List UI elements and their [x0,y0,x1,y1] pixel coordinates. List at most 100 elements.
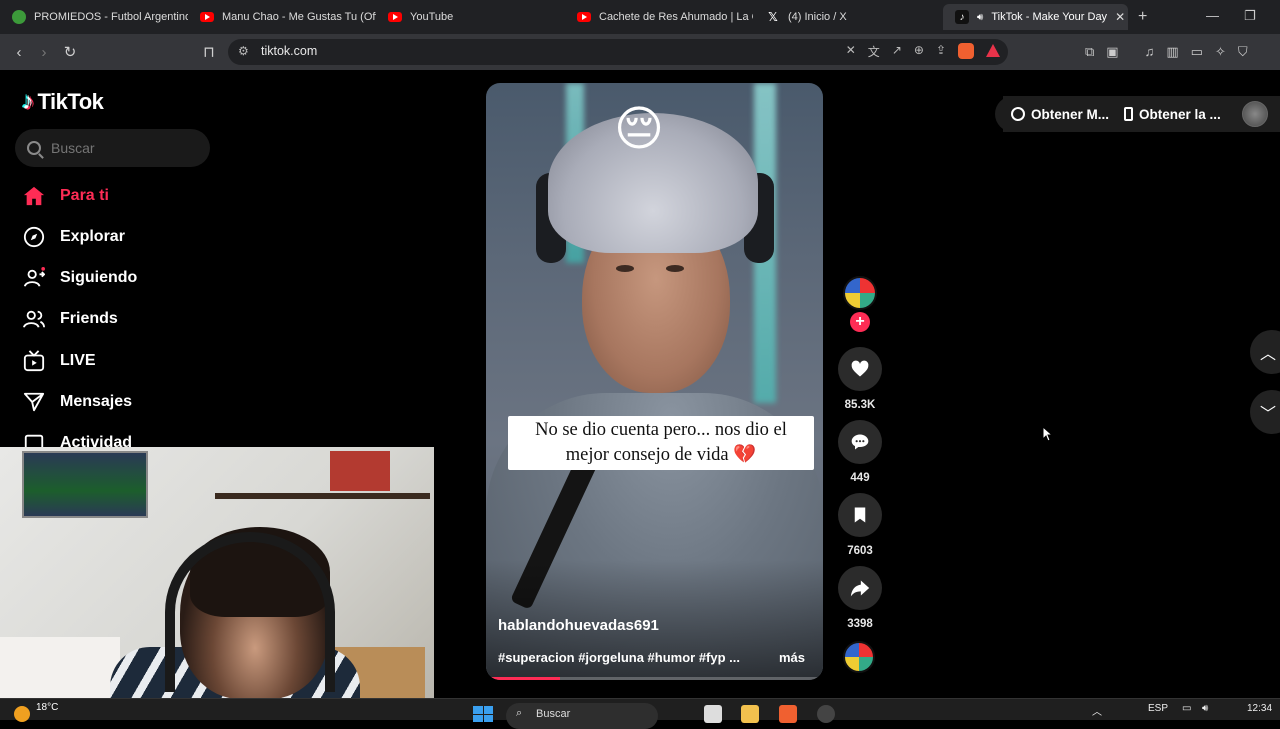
tab-manu-chao[interactable]: Manu Chao - Me Gustas Tu (Offi [188,4,376,30]
next-video-button[interactable]: ﹀ [1250,390,1280,434]
like-button[interactable] [838,347,882,391]
nav-explore[interactable]: Explorar [22,224,125,250]
volume-icon[interactable]: 🔊︎ [1202,703,1208,714]
heart-icon [851,360,869,377]
get-coins-button[interactable]: Obtener M... [1003,96,1118,132]
ai-icon[interactable]: ✧ [1215,44,1226,60]
get-app-label: Obtener la ... [1139,106,1221,122]
tab-title: (4) Inicio / X [788,11,847,23]
video-hashtags[interactable]: #superacion #jorgeluna #humor #fyp ... [498,650,748,665]
forward-button[interactable]: › [34,42,54,62]
nav-friends[interactable]: Friends [22,306,118,332]
eye [666,265,684,272]
mouse-cursor-icon [1042,426,1054,442]
chevron-up-icon: ︿ [1260,346,1277,363]
search-icon [27,141,41,155]
promiedos-icon [12,10,26,24]
tab-youtube[interactable]: YouTube [376,4,564,30]
site-settings-icon[interactable]: ⚙︎ [238,44,249,58]
share-count: 3398 [847,618,873,630]
address-bar[interactable]: ⚙︎ tiktok.com ✕ 文 ↗ ⊕ ⇪ [228,39,1008,65]
new-tab-button[interactable]: + [1138,8,1147,26]
extensions-icon[interactable]: ⧉ [1085,44,1094,60]
video-author[interactable]: hablandohuevadas691 [498,617,659,634]
open-external-icon[interactable]: ↗ [892,43,902,60]
search-box[interactable] [15,129,210,167]
sidebar-icon[interactable]: ▥ [1166,44,1178,60]
share-button[interactable] [838,566,882,610]
save-button[interactable] [838,493,882,537]
search-input[interactable] [51,140,191,156]
zoom-icon[interactable]: ⊕ [914,43,924,60]
folder-icon[interactable] [741,705,759,723]
sound-disc-icon[interactable] [843,641,875,673]
tiktok-note-icon: ♪ [22,88,34,115]
video-player[interactable]: 😔 No se dio cuenta pero... nos dio el me… [486,83,823,680]
previous-video-button[interactable]: ︿ [1250,330,1280,374]
app-icon[interactable] [817,705,835,723]
translate-icon[interactable]: 文 [868,43,880,60]
tab-title: YouTube [410,11,454,23]
reload-button[interactable]: ↻ [60,42,80,62]
temperature: 18°C [36,702,59,713]
tab-cachete[interactable]: Cachete de Res Ahumado | La C [565,4,753,30]
leo-icon[interactable]: ▣ [1106,44,1118,60]
brave-rewards-icon[interactable] [986,44,1000,57]
profile-avatar[interactable] [1242,101,1268,127]
close-tab-icon[interactable]: ✕ [1115,10,1125,24]
address-bar-icons: ✕ 文 ↗ ⊕ ⇪ [846,43,1000,60]
tray-arrow-icon[interactable]: ︿ [1092,703,1102,718]
tab-x[interactable]: 𝕏 (4) Inicio / X [754,4,942,30]
comment-count: 449 [850,472,870,484]
network-icon[interactable]: ▭ [1182,703,1191,714]
tab-title: TikTok - Make Your Day [991,11,1108,23]
more-button[interactable]: más [779,650,805,665]
nav-for-you[interactable]: Para ti [22,183,109,209]
brave-shields-icon[interactable] [958,43,974,59]
mute-icon[interactable]: ✕ [846,43,856,60]
speaker-icon: 🔊︎ [977,11,984,23]
pensive-emoji: 😔 [613,103,665,156]
wallet-icon[interactable]: ▭ [1191,44,1203,60]
nav-label: LIVE [60,352,96,369]
vpn-icon[interactable]: ⛉ [1238,44,1248,60]
bed [0,637,120,698]
share-icon[interactable]: ⇪ [936,43,946,60]
bookmark-icon[interactable]: ⊓ [199,42,219,62]
brave-icon[interactable] [779,705,797,723]
follow-button[interactable]: + [850,312,870,332]
tab-title: PROMIEDOS - Futbol Argentino [34,11,188,23]
comment-button[interactable] [838,420,882,464]
chevron-down-icon: ﹀ [1260,406,1277,423]
file-app-icon[interactable] [704,705,722,723]
nav-messages[interactable]: Mensajes [22,389,132,415]
media-icon[interactable]: ♫ [1145,44,1155,60]
clock[interactable]: 12:34 [1247,703,1272,714]
tab-promiedos[interactable]: PROMIEDOS - Futbol Argentino [0,4,188,30]
nav-live[interactable]: LIVE [22,348,96,374]
creator-avatar[interactable] [843,276,877,310]
minimize-button[interactable]: — [1206,8,1219,23]
tiktok-logo[interactable]: ♪ TikTok [22,88,104,116]
phone-icon [1124,107,1133,121]
tab-tiktok[interactable]: ♪ 🔊︎ TikTok - Make Your Day ✕ [943,4,1128,30]
nav-label: Mensajes [60,393,133,410]
weather-widget[interactable]: 18°C [14,702,58,722]
youtube-icon [388,12,402,22]
browser-tab-bar: PROMIEDOS - Futbol Argentino Manu Chao -… [0,0,1280,34]
browser-toolbar: ‹ › ↻ ⊓ ⚙︎ tiktok.com ✕ 文 ↗ ⊕ ⇪ ⧉ ▣ ♫ ▥ … [0,34,1280,70]
share-icon [850,580,870,597]
back-button[interactable]: ‹ [9,42,29,62]
search-icon: ⌕ [516,707,523,719]
url-text: tiktok.com [261,44,318,58]
language-indicator[interactable]: ESP [1148,703,1168,714]
taskbar-search[interactable]: ⌕ Buscar [506,703,658,729]
get-app-button[interactable]: Obtener la ... [1116,96,1229,132]
tiktok-icon: ♪ [955,10,969,24]
nav-label: Para ti [60,187,109,204]
coins-icon [1011,107,1025,121]
restore-button[interactable]: ❐ [1244,8,1256,24]
eye [616,265,634,272]
nav-following[interactable]: Siguiendo [22,265,137,291]
youtube-icon [200,12,214,22]
